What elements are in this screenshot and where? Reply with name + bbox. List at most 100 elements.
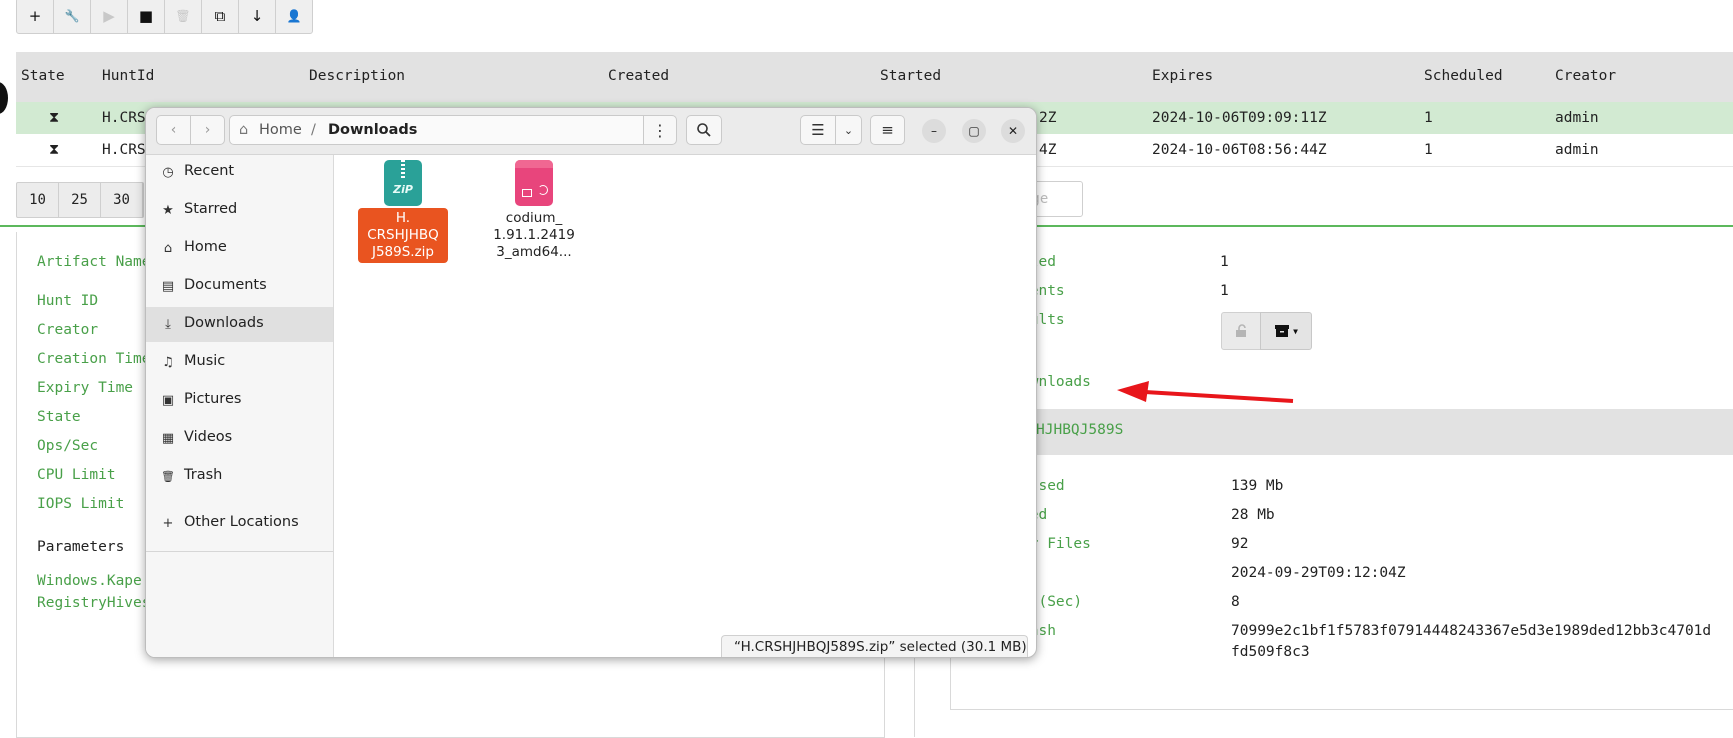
- places-sidebar: ◷ Recent ★ Starred ⌂ Home ▤ Documents ⤓ Downl…: [146, 155, 334, 657]
- stop-hunt-button[interactable]: ■: [128, 0, 165, 33]
- hunt-id[interactable]: H.CRS: [102, 142, 146, 158]
- download-hunt-button[interactable]: ↓: [239, 0, 276, 33]
- col-created[interactable]: Created: [608, 68, 669, 84]
- close-icon: ✕: [1007, 124, 1019, 138]
- expires-cell: 2024-10-06T09:09:11Z: [1152, 110, 1327, 126]
- sidebar-item-recent[interactable]: ◷ Recent: [146, 155, 333, 190]
- scheduled-cell: 1: [1424, 110, 1433, 126]
- minimize-button[interactable]: –: [922, 119, 946, 143]
- started-cell: 2Z: [1039, 110, 1057, 126]
- sidebar-item-music[interactable]: ♫ Music: [146, 345, 333, 380]
- sidebar-item-starred[interactable]: ★ Starred: [146, 193, 333, 228]
- label-cpu-limit: CPU Limit: [37, 467, 116, 483]
- chevron-right-icon: ›: [204, 122, 211, 138]
- play-icon: ▶: [103, 7, 115, 25]
- sidebar-item-other-locations[interactable]: + Other Locations: [146, 506, 333, 541]
- user-button[interactable]: 👤: [276, 0, 312, 33]
- label-artifact-name: Artifact Name: [37, 254, 151, 270]
- scheduled-cell: 1: [1424, 142, 1433, 158]
- parameter-line: RegistryHives: [37, 595, 151, 611]
- hunt-toolbar: + 🔧 ▶ ■ 🗑 ⧉ ↓ 👤: [16, 0, 313, 34]
- sidebar-separator: [146, 551, 333, 552]
- page-size-10[interactable]: 10: [17, 183, 59, 217]
- page-size-25[interactable]: 25: [59, 183, 101, 217]
- sidebar-item-label: Pictures: [184, 391, 242, 407]
- col-state[interactable]: State: [21, 68, 65, 84]
- creator-cell: admin: [1555, 110, 1599, 126]
- list-view-icon: ☰: [811, 121, 825, 139]
- label-expiry-time: Expiry Time: [37, 380, 134, 396]
- chevron-left-icon: ‹: [170, 122, 177, 138]
- col-expires[interactable]: Expires: [1152, 68, 1213, 84]
- archive-icon: [1275, 325, 1290, 337]
- plus-icon: +: [162, 515, 174, 531]
- caret-down-icon: ▼: [1293, 326, 1298, 336]
- home-icon: ⌂: [163, 240, 173, 256]
- copy-hunt-button[interactable]: ⧉: [202, 0, 239, 33]
- hunts-table-header: State HuntId Description Created Started…: [16, 52, 1733, 102]
- sidebar-item-videos[interactable]: ▦ Videos: [146, 421, 333, 456]
- sidebar-item-label: Starred: [184, 201, 238, 217]
- parameters-heading: Parameters: [37, 539, 125, 555]
- sidebar-item-trash[interactable]: 🗑 Trash: [146, 459, 333, 494]
- sidebar-item-label: Trash: [184, 467, 223, 483]
- sidebar-item-pictures[interactable]: ▣ Pictures: [146, 383, 333, 418]
- col-description[interactable]: Description: [309, 68, 405, 84]
- path-home[interactable]: Home: [259, 122, 302, 138]
- value-timestamp: 2024-09-29T09:12:04Z: [1231, 565, 1406, 581]
- edit-hunt-button[interactable]: 🔧: [54, 0, 91, 33]
- export-dropdown-button[interactable]: ▼: [1260, 312, 1312, 350]
- value-scheduled: 1: [1220, 254, 1229, 270]
- sidebar-item-label: Videos: [184, 429, 233, 445]
- main-menu-button[interactable]: ≡: [870, 115, 905, 145]
- label-state: State: [37, 409, 81, 425]
- col-creator[interactable]: Creator: [1555, 68, 1616, 84]
- sidebar-item-downloads[interactable]: ⤓ Downloads: [146, 307, 333, 342]
- new-hunt-button[interactable]: +: [17, 0, 54, 33]
- col-started[interactable]: Started: [880, 68, 941, 84]
- page-size-30[interactable]: 30: [101, 183, 143, 217]
- file-item-deb[interactable]: codium_ 1.91.1.2419 3_amd64...: [489, 160, 579, 263]
- col-scheduled[interactable]: Scheduled: [1424, 68, 1503, 84]
- trash-icon: 🗑: [161, 469, 175, 483]
- stop-icon: ■: [138, 7, 154, 25]
- back-button[interactable]: ‹: [156, 115, 191, 145]
- expires-cell: 2024-10-06T08:56:44Z: [1152, 142, 1327, 158]
- value-container-files: 92: [1231, 536, 1249, 552]
- path-bar: ⌂ Home / Downloads: [229, 115, 676, 145]
- run-hunt-button[interactable]: ▶: [91, 0, 128, 33]
- close-button[interactable]: ✕: [1001, 119, 1025, 143]
- search-button[interactable]: [686, 115, 722, 145]
- page-size-selector: 10 25 30: [16, 182, 144, 218]
- value-clients: 1: [1220, 283, 1229, 299]
- label-hunt-id: Hunt ID: [37, 293, 99, 309]
- path-current[interactable]: Downloads: [328, 122, 417, 138]
- list-view-button[interactable]: ☰: [800, 115, 836, 145]
- wrench-icon: 🔧: [64, 9, 80, 23]
- unlock-icon: [1236, 324, 1246, 337]
- sidebar-item-documents[interactable]: ▤ Documents: [146, 269, 333, 304]
- package-file-icon: [515, 160, 553, 206]
- chevron-down-icon: ⌄: [843, 123, 854, 137]
- hunt-id[interactable]: H.CRS: [102, 110, 146, 126]
- maximize-button[interactable]: ▢: [962, 119, 986, 143]
- col-huntid[interactable]: HuntId: [102, 68, 154, 84]
- sidebar-item-home[interactable]: ⌂ Home: [146, 231, 333, 266]
- lock-button[interactable]: [1221, 312, 1261, 350]
- search-icon: [697, 123, 711, 137]
- view-options-button[interactable]: ⌄: [835, 115, 862, 145]
- maximize-icon: ▢: [968, 124, 980, 138]
- label-iops-limit: IOPS Limit: [37, 496, 125, 512]
- forward-button[interactable]: ›: [190, 115, 225, 145]
- download-title[interactable]: HJHBQJ589S: [1036, 422, 1123, 438]
- side-handle[interactable]: [0, 82, 8, 114]
- label-creation-time: Creation Time: [37, 351, 151, 367]
- user-icon: 👤: [286, 9, 302, 23]
- delete-hunt-button[interactable]: 🗑: [165, 0, 202, 33]
- path-menu-button[interactable]: ⋮: [643, 115, 677, 145]
- download-icon: ↓: [250, 7, 264, 25]
- kebab-menu-icon: ⋮: [652, 120, 668, 140]
- sidebar-item-label: Other Locations: [184, 514, 299, 530]
- video-icon: ▦: [161, 430, 175, 446]
- file-item-zip[interactable]: ZiP H. CRSHJHBQ J589S.zip: [358, 160, 448, 263]
